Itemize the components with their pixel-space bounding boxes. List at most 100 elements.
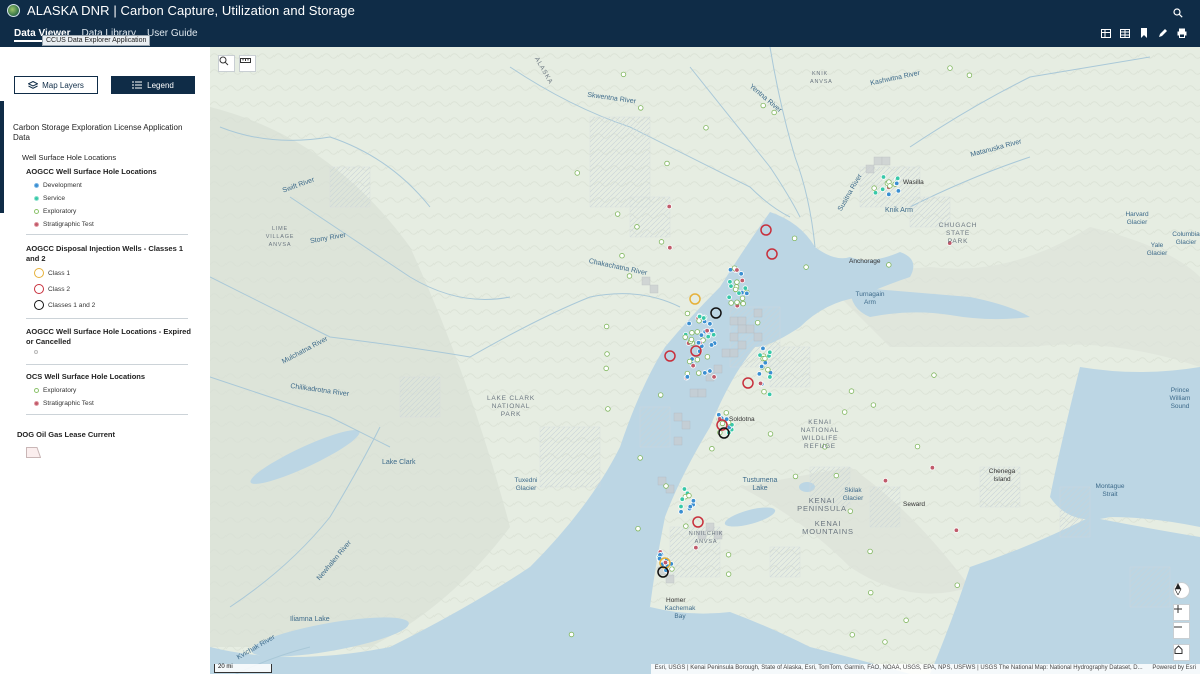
well-marker-development[interactable] xyxy=(684,374,691,380)
well-marker-strat[interactable] xyxy=(734,267,740,273)
well-marker-exploratory[interactable] xyxy=(658,239,665,245)
well-marker-exploratory[interactable] xyxy=(931,372,937,378)
well-marker-exploratory[interactable] xyxy=(871,185,877,191)
well-marker-development[interactable] xyxy=(708,342,715,348)
well-marker-development[interactable] xyxy=(707,321,713,327)
map-layers-button[interactable]: Map Layers xyxy=(14,76,98,94)
well-marker-strat[interactable] xyxy=(711,374,717,380)
well-marker-service[interactable] xyxy=(767,349,773,355)
well-marker-exploratory[interactable] xyxy=(709,446,715,452)
well-marker-exploratory[interactable] xyxy=(568,631,575,638)
well-marker-class2[interactable] xyxy=(742,377,754,389)
well-marker-strat[interactable] xyxy=(690,362,696,369)
well-marker-strat[interactable] xyxy=(666,203,672,210)
well-marker-class2[interactable] xyxy=(664,350,676,362)
well-marker-exploratory[interactable] xyxy=(635,525,641,532)
well-marker-exploratory[interactable] xyxy=(634,224,640,230)
map-view[interactable]: Kashwitna River Skwentna River Yentna Ri… xyxy=(210,47,1200,674)
well-marker-exploratory[interactable] xyxy=(870,402,877,408)
well-marker-exploratory[interactable] xyxy=(734,279,740,285)
well-marker-exploratory[interactable] xyxy=(694,329,701,335)
well-marker-strat[interactable] xyxy=(704,327,710,334)
well-marker-strat[interactable] xyxy=(662,559,669,566)
well-marker-exploratory[interactable] xyxy=(833,472,840,479)
well-marker-exploratory[interactable] xyxy=(903,617,909,623)
well-marker-development[interactable] xyxy=(695,340,702,346)
well-marker-exploratory[interactable] xyxy=(663,483,669,489)
well-marker-exploratory[interactable] xyxy=(966,72,973,78)
well-marker-exploratory[interactable] xyxy=(614,211,621,217)
compass-button[interactable] xyxy=(1173,582,1190,599)
well-marker-exploratory[interactable] xyxy=(703,125,709,131)
well-marker-exploratory[interactable] xyxy=(725,571,732,577)
well-marker-exploratory[interactable] xyxy=(725,552,732,558)
well-marker-service[interactable] xyxy=(681,486,688,492)
print-icon[interactable] xyxy=(1177,28,1187,38)
well-marker-exploratory[interactable] xyxy=(696,318,702,324)
well-marker-development[interactable] xyxy=(687,503,693,510)
table-icon[interactable] xyxy=(1101,28,1111,38)
well-marker-strat[interactable] xyxy=(693,544,699,551)
well-marker-development[interactable] xyxy=(758,363,765,370)
nav-user-guide[interactable]: User Guide xyxy=(147,28,198,42)
well-marker-exploratory[interactable] xyxy=(867,548,873,555)
well-marker-development[interactable] xyxy=(894,180,900,187)
well-marker-exploratory[interactable] xyxy=(728,300,734,306)
well-marker-exploratory[interactable] xyxy=(684,310,691,317)
well-marker-exploratory[interactable] xyxy=(605,406,611,412)
bookmark-icon[interactable] xyxy=(1139,28,1149,38)
well-marker-exploratory[interactable] xyxy=(603,323,610,330)
well-marker-strat[interactable] xyxy=(929,464,936,471)
well-marker-class1[interactable] xyxy=(689,293,701,305)
well-marker-development[interactable] xyxy=(698,332,705,338)
well-marker-exploratory[interactable] xyxy=(723,410,729,416)
well-marker-exploratory[interactable] xyxy=(803,264,809,270)
well-marker-service[interactable] xyxy=(678,503,684,510)
grid-icon[interactable] xyxy=(1120,28,1130,38)
well-marker-exploratory[interactable] xyxy=(620,71,627,78)
well-marker-exploratory[interactable] xyxy=(694,356,701,363)
well-marker-strat[interactable] xyxy=(882,477,889,484)
well-marker-exploratory[interactable] xyxy=(767,431,774,437)
well-marker-exploratory[interactable] xyxy=(914,443,921,450)
well-marker-service[interactable] xyxy=(880,174,887,180)
map-search-button[interactable] xyxy=(218,55,235,72)
well-marker-service[interactable] xyxy=(767,374,773,380)
well-marker-development[interactable] xyxy=(707,368,713,374)
search-icon[interactable] xyxy=(1173,5,1183,23)
well-marker-development[interactable] xyxy=(702,370,708,376)
well-marker-service[interactable] xyxy=(705,333,711,340)
well-marker-service[interactable] xyxy=(895,175,901,182)
well-marker-exploratory[interactable] xyxy=(732,286,739,293)
well-marker-exploratory[interactable] xyxy=(719,420,726,427)
well-marker-exploratory[interactable] xyxy=(619,253,625,259)
well-marker-exploratory[interactable] xyxy=(688,336,695,343)
well-marker-exploratory[interactable] xyxy=(682,334,688,340)
legend-button[interactable]: Legend xyxy=(111,76,195,94)
well-marker-strat[interactable] xyxy=(953,527,960,533)
well-marker-development[interactable] xyxy=(744,290,750,297)
well-marker-exploratory[interactable] xyxy=(638,105,644,111)
well-marker-class12[interactable] xyxy=(710,307,722,319)
well-marker-exploratory[interactable] xyxy=(664,160,670,167)
zoom-out-button[interactable] xyxy=(1173,622,1190,639)
well-marker-class2[interactable] xyxy=(692,516,704,528)
well-marker-service[interactable] xyxy=(879,186,886,193)
well-marker-strat[interactable] xyxy=(757,380,764,387)
well-marker-exploratory[interactable] xyxy=(704,354,711,360)
well-marker-exploratory[interactable] xyxy=(686,358,693,365)
well-marker-exploratory[interactable] xyxy=(604,351,610,357)
well-marker-service[interactable] xyxy=(679,496,685,502)
home-button[interactable] xyxy=(1173,644,1190,661)
well-marker-exploratory[interactable] xyxy=(739,295,746,301)
well-marker-exploratory[interactable] xyxy=(740,300,746,307)
well-marker-service[interactable] xyxy=(727,279,733,285)
well-marker-exploratory[interactable] xyxy=(689,330,695,336)
map-measure-button[interactable] xyxy=(239,55,256,72)
well-marker-service[interactable] xyxy=(872,190,879,196)
well-marker-class2[interactable] xyxy=(760,224,772,236)
well-marker-development[interactable] xyxy=(690,498,697,504)
well-marker-exploratory[interactable] xyxy=(734,299,740,305)
well-marker-service[interactable] xyxy=(766,391,773,398)
well-marker-exploratory[interactable] xyxy=(954,582,960,588)
